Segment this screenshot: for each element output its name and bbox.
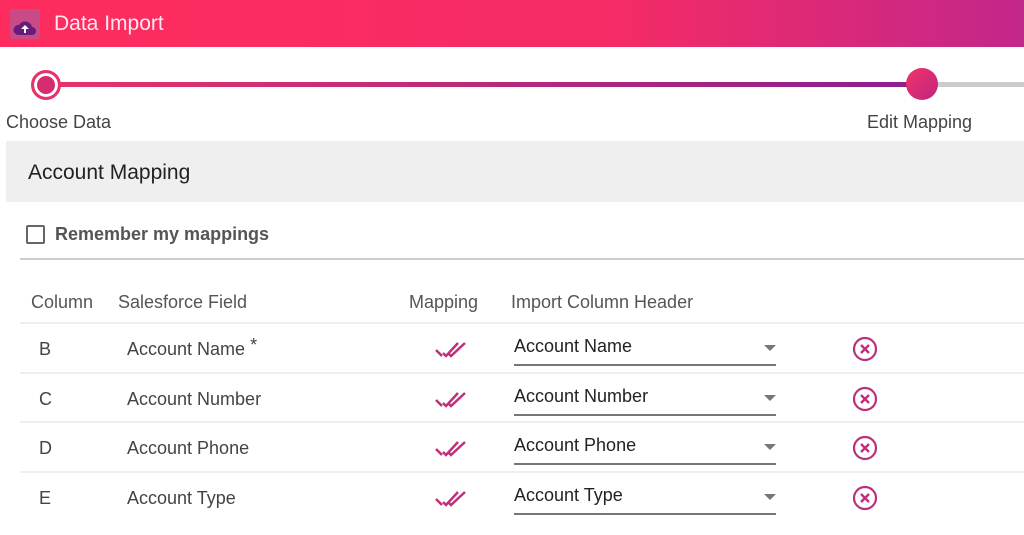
field-name: Account Number bbox=[127, 388, 262, 409]
field-name: Account Name bbox=[127, 339, 246, 359]
field-name: Account Type bbox=[127, 487, 236, 508]
import-column-select[interactable]: Account Number bbox=[514, 382, 776, 416]
double-check-icon bbox=[434, 439, 468, 464]
remove-mapping-icon[interactable] bbox=[852, 336, 878, 367]
column-letter: C bbox=[39, 388, 52, 409]
salesforce-field: Account Type bbox=[127, 488, 236, 509]
field-name: Account Phone bbox=[127, 438, 250, 458]
table-row: B Account Name * Account Name bbox=[20, 322, 1024, 371]
header-column: Column bbox=[31, 292, 94, 312]
remember-mappings-checkbox[interactable]: Remember my mappings bbox=[26, 224, 269, 245]
salesforce-field: Account Number bbox=[127, 389, 261, 410]
selected-value: Account Name bbox=[514, 336, 633, 356]
step-choose-data[interactable] bbox=[31, 70, 61, 100]
chevron-down-icon bbox=[764, 493, 776, 500]
header-import-column: Import Column Header bbox=[511, 292, 694, 312]
remove-mapping-icon[interactable] bbox=[852, 485, 878, 516]
remember-label: Remember my mappings bbox=[55, 224, 270, 244]
import-column-select[interactable]: Account Name bbox=[514, 332, 776, 366]
cloud-upload-icon bbox=[10, 8, 40, 39]
header-salesforce-field: Salesforce Field bbox=[118, 292, 248, 312]
table-row: E Account Type Account Type bbox=[20, 470, 1024, 520]
import-column-select[interactable]: Account Type bbox=[514, 481, 776, 515]
remove-mapping-icon[interactable] bbox=[852, 435, 878, 466]
import-column-select[interactable]: Account Phone bbox=[514, 431, 776, 465]
step-edit-mapping[interactable] bbox=[906, 68, 938, 100]
table-row: D Account Phone Account Phone bbox=[20, 421, 1024, 470]
salesforce-field: Account Name * bbox=[127, 335, 257, 360]
divider bbox=[20, 258, 1024, 260]
double-check-icon bbox=[434, 489, 468, 514]
app-title: Data Import bbox=[54, 11, 164, 35]
chevron-down-icon bbox=[764, 394, 776, 401]
app-header: Data Import bbox=[0, 0, 1024, 47]
stepper-progress bbox=[46, 82, 922, 87]
remove-mapping-icon[interactable] bbox=[852, 386, 878, 417]
chevron-down-icon bbox=[764, 345, 776, 351]
selected-value: Account Phone bbox=[514, 435, 637, 455]
column-letter: B bbox=[39, 339, 52, 359]
column-letter: D bbox=[39, 438, 52, 458]
step-label-edit-mapping: Edit Mapping bbox=[867, 112, 973, 132]
selected-value: Account Number bbox=[514, 385, 649, 406]
header-mapping: Mapping bbox=[409, 292, 479, 312]
table-row: C Account Number Account Number bbox=[20, 371, 1024, 421]
column-letter: E bbox=[39, 487, 52, 508]
chevron-down-icon bbox=[764, 444, 776, 450]
required-marker: * bbox=[250, 335, 258, 355]
step-label-choose-data: Choose Data bbox=[6, 112, 112, 132]
selected-value: Account Type bbox=[514, 484, 623, 505]
checkbox-box[interactable] bbox=[26, 225, 45, 244]
double-check-icon bbox=[434, 340, 468, 365]
double-check-icon bbox=[434, 390, 468, 415]
section-title: Account Mapping bbox=[6, 141, 1024, 202]
salesforce-field: Account Phone bbox=[127, 438, 249, 459]
